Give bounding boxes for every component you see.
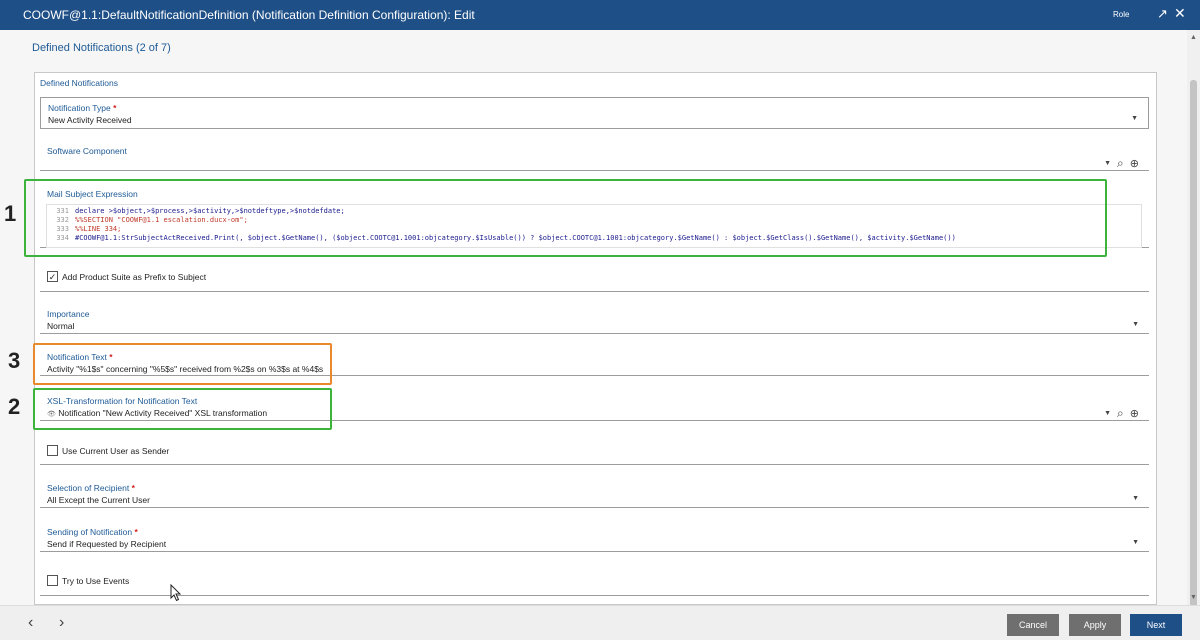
required-mark: * [131, 483, 135, 493]
importance-label: Importance [47, 309, 90, 319]
cancel-button[interactable]: Cancel [1007, 614, 1059, 636]
required-mark: * [113, 103, 117, 113]
sending-of-notification-field[interactable]: Sending of Notification * Send if Reques… [40, 522, 1149, 552]
xsl-transformation-value[interactable]: Notification "New Activity Received" XSL… [58, 408, 267, 418]
chevron-down-icon[interactable]: ▼ [1131, 115, 1138, 122]
page-title: Defined Notifications (2 of 7) [32, 42, 171, 54]
window-title: COOWF@1.1:DefaultNotificationDefinition … [23, 8, 475, 22]
software-component-label: Software Component [47, 146, 127, 156]
add-icon[interactable]: ⊕ [1130, 157, 1139, 170]
importance-value: Normal [47, 321, 75, 331]
importance-field[interactable]: Importance Normal ▼ [40, 304, 1149, 334]
add-product-suite-checkbox[interactable]: ✓ [47, 271, 58, 282]
selection-of-recipient-label: Selection of Recipient [47, 483, 130, 493]
mail-subject-expression-field[interactable]: Mail Subject Expression 331 declare >$obj… [40, 184, 1149, 248]
title-bar: COOWF@1.1:DefaultNotificationDefinition … [0, 0, 1200, 30]
try-use-events-field: Try to Use Events [40, 565, 1149, 596]
scroll-down-icon[interactable]: ▼ [1190, 594, 1197, 601]
chevron-down-icon[interactable]: ▼ [1104, 160, 1111, 167]
mail-subject-label: Mail Subject Expression [47, 189, 138, 199]
sending-of-notification-label: Sending of Notification [47, 527, 133, 537]
group-label: Defined Notifications [40, 78, 118, 88]
notification-text-value: Activity "%1$s" concerning "%5$s" receiv… [47, 364, 324, 374]
required-mark: * [134, 527, 138, 537]
add-icon[interactable]: ⊕ [1130, 407, 1139, 420]
selection-of-recipient-field[interactable]: Selection of Recipient * All Except the … [40, 478, 1149, 508]
notification-text-field[interactable]: Notification Text * Activity "%1$s" conc… [40, 347, 1149, 376]
code-line: 334 #COOWF@1.1:StrSubjectActReceived.Prin… [56, 234, 956, 242]
required-mark: * [109, 352, 113, 362]
sending-of-notification-value: Send if Requested by Recipient [47, 539, 167, 549]
notification-text-label: Notification Text [47, 352, 107, 362]
maximize-icon[interactable]: ↗ [1157, 6, 1168, 22]
add-product-suite-label: Add Product Suite as Prefix to Subject [62, 272, 207, 282]
code-line: 332 %%SECTION "COOWF@1.1 escalation.ducx-… [56, 216, 248, 224]
notification-type-field[interactable]: Notification Type * New Activity Receive… [40, 97, 1149, 129]
use-current-user-checkbox[interactable] [47, 445, 58, 456]
annotation-number-1: 1 [4, 201, 17, 226]
eye-icon: 👁 [47, 411, 56, 418]
chevron-down-icon[interactable]: ▼ [1104, 410, 1111, 417]
search-icon[interactable]: ⌕ [1117, 406, 1124, 421]
search-icon[interactable]: ⌕ [1117, 156, 1124, 171]
scrollbar-thumb[interactable] [1190, 80, 1197, 620]
try-use-events-label: Try to Use Events [62, 576, 130, 586]
add-product-suite-field: ✓ Add Product Suite as Prefix to Subject [40, 260, 1149, 292]
chevron-down-icon[interactable]: ▼ [1132, 321, 1139, 328]
xsl-transformation-field[interactable]: XSL-Transformation for Notification Text… [40, 391, 1149, 421]
notification-type-label: Notification Type [48, 103, 111, 113]
apply-button[interactable]: Apply [1069, 614, 1121, 636]
code-line: 331 declare >$object,>$process,>$activity… [56, 207, 345, 215]
code-editor[interactable]: 331 declare >$object,>$process,>$activity… [46, 204, 1142, 248]
vertical-scrollbar[interactable]: ▲ ▼ [1187, 30, 1200, 620]
annotation-number-3: 3 [8, 348, 21, 373]
selection-of-recipient-value: All Except the Current User [47, 495, 150, 505]
role-label[interactable]: Role [1113, 10, 1129, 19]
footer-bar: ‹ › Cancel Apply Next [0, 605, 1200, 640]
notification-type-value: New Activity Received [48, 115, 132, 125]
code-line: 333 %%LINE 334; [56, 225, 122, 233]
scroll-up-icon[interactable]: ▲ [1190, 34, 1197, 41]
try-use-events-checkbox[interactable] [47, 575, 58, 586]
next-icon[interactable]: › [59, 614, 64, 632]
software-component-field[interactable]: Software Component ▼ ⌕ ⊕ [40, 141, 1149, 171]
xsl-transformation-label: XSL-Transformation for Notification Text [47, 396, 198, 406]
mouse-cursor-icon [170, 584, 182, 602]
use-current-user-label: Use Current User as Sender [62, 446, 170, 456]
close-icon[interactable]: ✕ [1174, 5, 1186, 22]
use-current-user-field: Use Current User as Sender [40, 434, 1149, 465]
annotation-number-2: 2 [8, 394, 21, 419]
previous-icon[interactable]: ‹ [28, 614, 33, 632]
chevron-down-icon[interactable]: ▼ [1132, 495, 1139, 502]
next-button[interactable]: Next [1130, 614, 1182, 636]
chevron-down-icon[interactable]: ▼ [1132, 539, 1139, 546]
